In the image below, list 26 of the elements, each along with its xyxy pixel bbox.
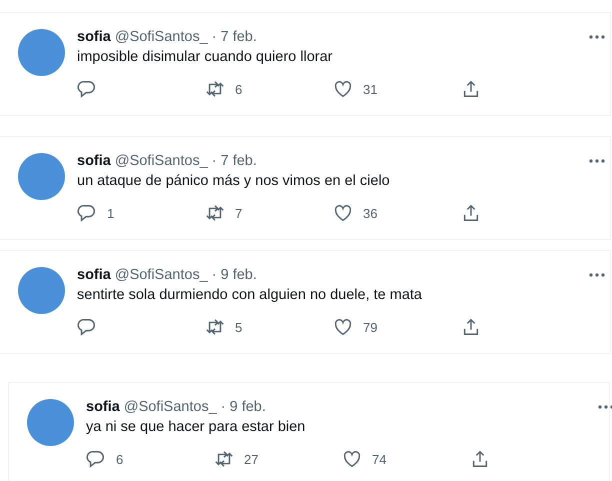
retweet-count: 6 xyxy=(235,82,242,96)
tweet-date[interactable]: · 9 feb. xyxy=(220,399,266,415)
tweet-text: sentirte sola durmiendo con alguien no duele, te mata xyxy=(77,287,423,303)
user-name[interactable]: sofia xyxy=(77,29,111,45)
tweet-text: un ataque de pánico más y nos vimos en el cielo xyxy=(77,173,391,189)
tweet-date[interactable]: · 7 feb. xyxy=(212,29,257,45)
tweet-date[interactable]: · 9 feb. xyxy=(212,267,257,283)
retweet-count: 5 xyxy=(235,320,242,334)
retweet-count: 27 xyxy=(244,452,258,466)
user-handle[interactable]: @SofiSantos_ xyxy=(114,267,208,283)
like-count: 79 xyxy=(363,320,378,334)
tweet-date[interactable]: · 7 feb. xyxy=(212,153,257,169)
user-name[interactable]: sofia xyxy=(86,399,120,415)
like-count: 36 xyxy=(363,206,378,220)
like-count: 31 xyxy=(363,82,378,96)
user-handle[interactable]: @SofiSantos_ xyxy=(124,399,217,415)
reply-count: 1 xyxy=(107,206,114,220)
user-handle[interactable]: @SofiSantos_ xyxy=(114,29,208,45)
tweet-text: imposible disimular cuando quiero llorar xyxy=(77,49,334,65)
user-handle[interactable]: @SofiSantos_ xyxy=(114,153,208,169)
reply-count: 6 xyxy=(116,452,124,466)
user-name[interactable]: sofia xyxy=(77,153,111,169)
like-count: 74 xyxy=(372,452,386,466)
tweet-text: ya ni se que hacer para estar bien xyxy=(86,419,306,435)
user-name[interactable]: sofia xyxy=(77,267,111,283)
retweet-count: 7 xyxy=(235,206,242,220)
